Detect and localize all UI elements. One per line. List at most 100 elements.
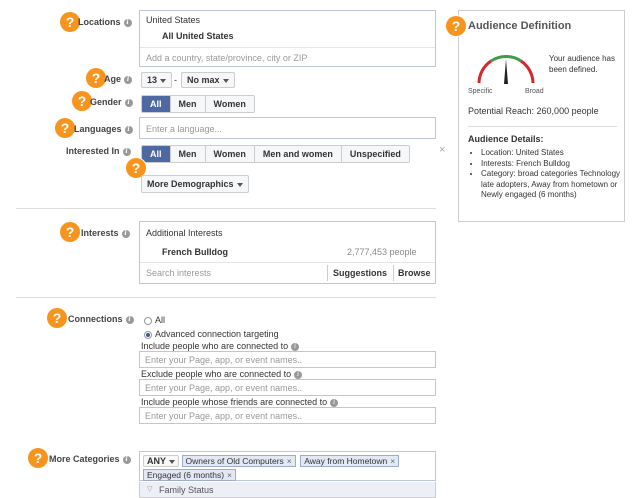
audience-detail-item: Interests: French Bulldog bbox=[481, 159, 623, 170]
info-icon[interactable]: i bbox=[291, 342, 300, 351]
audience-details-list: Location: United States Interests: Frenc… bbox=[481, 148, 623, 201]
help-marker-languages: ? bbox=[55, 118, 75, 138]
interested-men-and-women-button[interactable]: Men and women bbox=[253, 146, 341, 162]
info-icon[interactable]: i bbox=[122, 455, 131, 464]
info-icon[interactable]: i bbox=[124, 75, 133, 84]
help-marker-audience: ? bbox=[446, 16, 466, 36]
exclude-placeholder: Enter your Page, app, or event names.. bbox=[145, 383, 303, 393]
locations-field[interactable]: United States All United States Add a co… bbox=[139, 10, 436, 67]
info-icon[interactable]: i bbox=[330, 398, 339, 407]
interests-search-input[interactable]: Search interests bbox=[146, 268, 211, 278]
age-label: Age i bbox=[104, 74, 133, 84]
collapse-icon: ▽ bbox=[147, 486, 153, 493]
interested-unspecified-button[interactable]: Unspecified bbox=[340, 146, 409, 162]
exclude-input[interactable]: Enter your Page, app, or event names.. bbox=[139, 379, 436, 396]
exclude-label: Exclude people who are connected to i bbox=[141, 369, 303, 379]
help-marker-connections: ? bbox=[47, 308, 67, 328]
friends-label: Include people whose friends are connect… bbox=[141, 397, 339, 407]
any-dropdown[interactable]: ANY bbox=[143, 455, 180, 467]
interests-label: Interests i bbox=[81, 228, 130, 238]
chevron-down-icon bbox=[222, 78, 229, 83]
location-country: United States bbox=[146, 15, 201, 25]
interested-all-button[interactable]: All bbox=[142, 146, 170, 162]
info-icon[interactable]: i bbox=[122, 147, 131, 156]
chevron-down-icon bbox=[236, 182, 243, 187]
interest-item-count: 2,777,453 people bbox=[347, 247, 417, 257]
radio-button[interactable] bbox=[144, 330, 152, 339]
divider bbox=[140, 262, 435, 263]
gender-all-button[interactable]: All bbox=[142, 96, 170, 112]
interests-field: Additional Interests French Bulldog 2,77… bbox=[139, 221, 436, 284]
gender-label: Gender i bbox=[90, 97, 133, 107]
divider bbox=[468, 126, 617, 127]
more-categories-field[interactable]: ANY Owners of Old Computers × Away from H… bbox=[139, 451, 436, 481]
age-max-dropdown[interactable]: No max bbox=[181, 72, 235, 88]
more-demographics-dropdown[interactable]: More Demographics bbox=[141, 175, 249, 193]
help-marker-gender: ? bbox=[72, 91, 92, 111]
languages-placeholder: Enter a language... bbox=[146, 124, 223, 134]
locations-label: Locations i bbox=[78, 17, 132, 27]
connections-label: Connections i bbox=[68, 314, 134, 324]
interested-women-button[interactable]: Women bbox=[204, 146, 254, 162]
category-tag[interactable]: Engaged (6 months) × bbox=[143, 469, 236, 481]
audience-details-title: Audience Details: bbox=[468, 134, 544, 144]
category-tag[interactable]: Owners of Old Computers × bbox=[181, 455, 296, 467]
connections-option-advanced[interactable]: Advanced connection targeting bbox=[144, 329, 279, 339]
connections-option-all[interactable]: All bbox=[144, 315, 165, 325]
gender-women-button[interactable]: Women bbox=[204, 96, 254, 112]
browse-button[interactable]: Browse bbox=[398, 268, 431, 278]
radio-button[interactable] bbox=[144, 316, 152, 325]
help-marker-age: ? bbox=[86, 68, 106, 88]
help-marker-locations: ? bbox=[60, 12, 80, 32]
interested-men-button[interactable]: Men bbox=[169, 146, 205, 162]
gauge-label-specific: Specific bbox=[468, 88, 493, 95]
interest-item-name[interactable]: French Bulldog bbox=[162, 247, 228, 257]
audience-title: Audience Definition bbox=[468, 20, 572, 32]
family-status-subgroup[interactable]: ▽ Family Status bbox=[139, 482, 436, 498]
gauge-red-segment bbox=[477, 59, 492, 84]
suggestions-button[interactable]: Suggestions bbox=[333, 268, 387, 278]
help-marker-more-categories: ? bbox=[28, 448, 48, 468]
audience-status: Your audience has been defined. bbox=[549, 54, 615, 74]
divider bbox=[393, 265, 394, 281]
chevron-down-icon bbox=[169, 459, 176, 464]
gender-men-button[interactable]: Men bbox=[169, 96, 205, 112]
interested-in-selector: All Men Women Men and women Unspecified bbox=[141, 145, 410, 163]
friends-placeholder: Enter your Page, app, or event names.. bbox=[145, 411, 303, 421]
languages-label: Languages i bbox=[74, 124, 133, 134]
categories-row: Engaged (6 months) × bbox=[143, 469, 238, 481]
help-marker-interests: ? bbox=[60, 222, 80, 242]
close-icon[interactable]: × bbox=[439, 144, 445, 156]
categories-row: ANY Owners of Old Computers × Away from H… bbox=[143, 455, 401, 467]
info-icon[interactable]: i bbox=[123, 18, 132, 27]
age-min-dropdown[interactable]: 13 bbox=[141, 72, 173, 88]
include-input[interactable]: Enter your Page, app, or event names.. bbox=[139, 351, 436, 368]
friends-input[interactable]: Enter your Page, app, or event names.. bbox=[139, 407, 436, 424]
remove-icon[interactable]: × bbox=[287, 456, 292, 466]
remove-icon[interactable]: × bbox=[390, 456, 395, 466]
info-icon[interactable]: i bbox=[125, 315, 134, 324]
info-icon[interactable]: i bbox=[124, 98, 133, 107]
age-separator: - bbox=[174, 75, 177, 85]
gender-selector: All Men Women bbox=[141, 95, 255, 113]
interests-header: Additional Interests bbox=[146, 228, 223, 238]
locations-input[interactable]: Add a country, state/province, city or Z… bbox=[146, 53, 307, 63]
info-icon[interactable]: i bbox=[121, 229, 130, 238]
languages-input[interactable]: Enter a language... bbox=[139, 117, 436, 139]
interested-in-label: Interested In i bbox=[66, 146, 131, 156]
info-icon[interactable]: i bbox=[124, 125, 133, 134]
audience-definition-panel: Audience Definition Specific Broad Your … bbox=[458, 10, 625, 222]
audience-detail-item: Location: United States bbox=[481, 148, 623, 159]
reach-gauge bbox=[477, 54, 535, 84]
info-icon[interactable]: i bbox=[294, 370, 303, 379]
category-tag[interactable]: Away from Hometown × bbox=[300, 455, 400, 467]
include-label: Include people who are connected to i bbox=[141, 341, 300, 351]
chevron-down-icon bbox=[160, 78, 167, 83]
gauge-red-segment bbox=[520, 59, 535, 84]
family-status-label: Family Status bbox=[159, 485, 214, 495]
audience-detail-item: Category: broad categories Technology la… bbox=[481, 169, 623, 201]
include-placeholder: Enter your Page, app, or event names.. bbox=[145, 355, 303, 365]
gauge-label-broad: Broad bbox=[525, 88, 544, 95]
more-categories-label: More Categories i bbox=[49, 454, 131, 464]
remove-icon[interactable]: × bbox=[227, 470, 232, 480]
